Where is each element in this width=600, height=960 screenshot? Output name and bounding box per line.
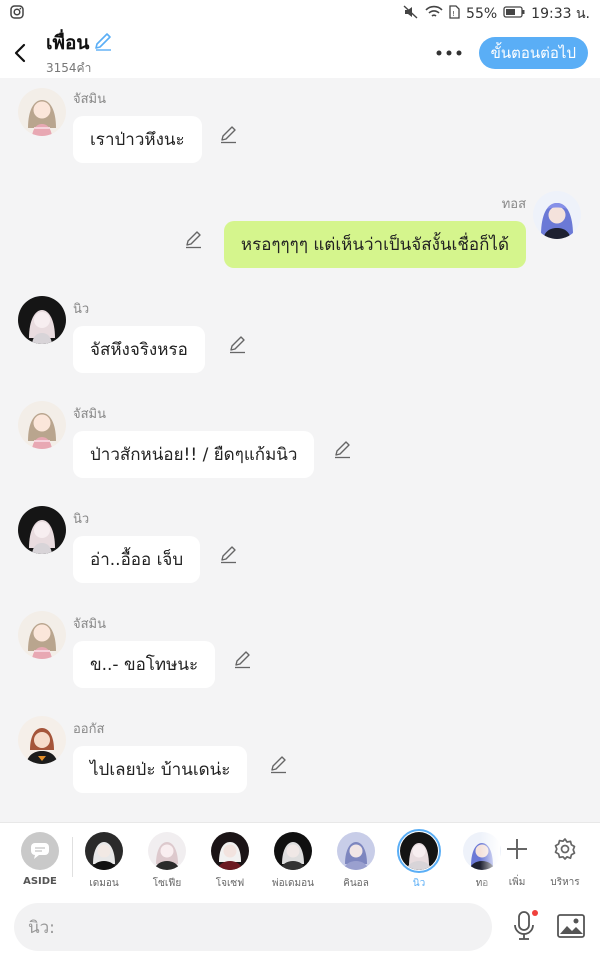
microphone-icon bbox=[514, 911, 534, 940]
character-avatar bbox=[274, 832, 312, 870]
image-icon bbox=[557, 914, 585, 938]
back-button[interactable] bbox=[2, 33, 38, 73]
page-title: เพื่อน bbox=[46, 32, 90, 54]
character-label: พ่อเดมอน bbox=[272, 878, 314, 889]
message-item: จัสมิน ป่าวสักหน่อย!! / ยืดๆแก้มนิว bbox=[0, 393, 600, 493]
edit-pencil-icon[interactable] bbox=[269, 754, 289, 774]
message-item: ออกัส ไปเลยป่ะ บ้านเดน่ะ bbox=[0, 708, 600, 808]
edit-pencil-icon[interactable] bbox=[233, 649, 253, 669]
message-item: นิว จัสหึงจริงหรอ bbox=[0, 288, 600, 388]
mute-icon bbox=[403, 5, 419, 23]
mic-button[interactable] bbox=[506, 908, 542, 944]
header: เพื่อน 3154คำ ขั้นตอนต่อไป bbox=[0, 28, 600, 78]
add-character-button[interactable]: เพิ่ม bbox=[492, 829, 542, 890]
aside-label: ASIDE bbox=[23, 876, 57, 887]
character-chip[interactable]: โจเซฟ bbox=[204, 829, 256, 891]
more-options-button[interactable] bbox=[427, 33, 471, 73]
speaker-name: จัสมิน bbox=[73, 407, 107, 422]
speaker-name: ออกัส bbox=[73, 722, 105, 737]
avatar-august[interactable] bbox=[18, 716, 66, 764]
chat-area[interactable]: จัสมิน เราป่าวหึงนะ ทอส หรอๆๆๆๆ แต่เห็นว… bbox=[0, 78, 600, 822]
divider bbox=[72, 837, 73, 877]
edit-title-icon[interactable] bbox=[93, 31, 113, 55]
character-label: นิว bbox=[412, 878, 426, 889]
wifi-icon bbox=[425, 5, 443, 23]
message-bubble[interactable]: อ่า..อื้ออ เจ็บ bbox=[73, 536, 201, 583]
sim-icon: ! bbox=[449, 5, 460, 23]
chevron-left-icon bbox=[14, 43, 26, 63]
message-item: นิว อ่า..อื้ออ เจ็บ bbox=[0, 498, 600, 598]
status-bar: ! 55% 19:33 น. bbox=[0, 0, 600, 28]
character-avatar bbox=[211, 832, 249, 870]
character-avatar bbox=[397, 829, 441, 873]
avatar-jasmine[interactable] bbox=[18, 611, 66, 659]
next-step-button[interactable]: ขั้นตอนต่อไป bbox=[478, 37, 588, 69]
edit-pencil-icon[interactable] bbox=[219, 544, 239, 564]
message-bubble[interactable]: ข..- ขอโทษนะ bbox=[73, 641, 216, 688]
message-bubble[interactable]: เราป่าวหึงนะ bbox=[73, 116, 202, 163]
edit-pencil-icon[interactable] bbox=[184, 229, 204, 249]
image-button[interactable] bbox=[555, 910, 587, 942]
manage-label: บริหาร bbox=[550, 877, 580, 888]
more-dots-icon bbox=[436, 50, 462, 56]
speaker-name: นิว bbox=[73, 512, 90, 527]
title-group: เพื่อน 3154คำ bbox=[46, 28, 113, 78]
avatar-new[interactable] bbox=[18, 296, 66, 344]
speaker-name: นิว bbox=[73, 302, 90, 317]
character-label: โซเฟีย bbox=[152, 878, 182, 889]
message-item: จัสมิน ข..- ขอโทษนะ bbox=[0, 603, 600, 703]
svg-text:!: ! bbox=[452, 10, 455, 18]
speaker-name: จัสมิน bbox=[73, 617, 107, 632]
character-avatar bbox=[148, 832, 186, 870]
avatar-jasmine[interactable] bbox=[18, 401, 66, 449]
instagram-icon bbox=[10, 5, 24, 23]
gear-icon bbox=[554, 838, 576, 860]
edit-pencil-icon[interactable] bbox=[219, 124, 239, 144]
avatar-new[interactable] bbox=[18, 506, 66, 554]
character-label: คินอล bbox=[343, 878, 369, 889]
character-label: โจเซฟ bbox=[215, 878, 245, 889]
manage-button[interactable]: บริหาร bbox=[540, 829, 590, 890]
avatar-toss[interactable] bbox=[533, 191, 581, 239]
plus-icon bbox=[507, 839, 527, 859]
character-selector: ASIDE เดมอน โซเฟีย โจเซฟ พ่อเดมอน คินอล … bbox=[0, 822, 600, 895]
message-input[interactable]: นิว: bbox=[14, 903, 492, 951]
edit-pencil-icon[interactable] bbox=[228, 334, 248, 354]
clock: 19:33 น. bbox=[531, 6, 590, 22]
input-bar: นิว: bbox=[0, 894, 600, 960]
character-avatar bbox=[85, 832, 123, 870]
speaker-name: จัสมิน bbox=[73, 92, 107, 107]
character-avatar bbox=[337, 832, 375, 870]
message-bubble[interactable]: หรอๆๆๆๆ แต่เห็นว่าเป็นจัสงั้นเชื่อก็ได้ bbox=[223, 221, 526, 268]
aside-button[interactable]: ASIDE bbox=[14, 829, 66, 887]
message-item: จัสมิน เราป่าวหึงนะ bbox=[0, 78, 600, 178]
word-count: 3154คำ bbox=[46, 61, 92, 75]
speaker-name: ทอส bbox=[501, 197, 526, 212]
character-label: เดมอน bbox=[89, 878, 119, 889]
battery-percent: 55% bbox=[466, 6, 498, 22]
message-bubble[interactable]: จัสหึงจริงหรอ bbox=[73, 326, 205, 373]
avatar-jasmine[interactable] bbox=[18, 88, 66, 136]
character-chip[interactable]: คินอล bbox=[330, 829, 382, 891]
character-chip[interactable]: พ่อเดมอน bbox=[267, 829, 319, 891]
add-label: เพิ่ม bbox=[508, 877, 526, 888]
edit-pencil-icon[interactable] bbox=[333, 439, 353, 459]
character-chip[interactable]: โซเฟีย bbox=[141, 829, 193, 891]
chat-bubble-icon bbox=[31, 843, 49, 859]
message-bubble[interactable]: ป่าวสักหน่อย!! / ยืดๆแก้มนิว bbox=[73, 431, 315, 478]
recording-dot bbox=[532, 910, 538, 916]
character-chip-active[interactable]: นิว bbox=[393, 829, 445, 891]
battery-icon bbox=[503, 6, 525, 22]
character-chip[interactable]: เดมอน bbox=[78, 829, 130, 891]
message-item: ทอส หรอๆๆๆๆ แต่เห็นว่าเป็นจัสงั้นเชื่อก็… bbox=[0, 183, 600, 283]
message-bubble[interactable]: ไปเลยป่ะ บ้านเดน่ะ bbox=[73, 746, 248, 793]
